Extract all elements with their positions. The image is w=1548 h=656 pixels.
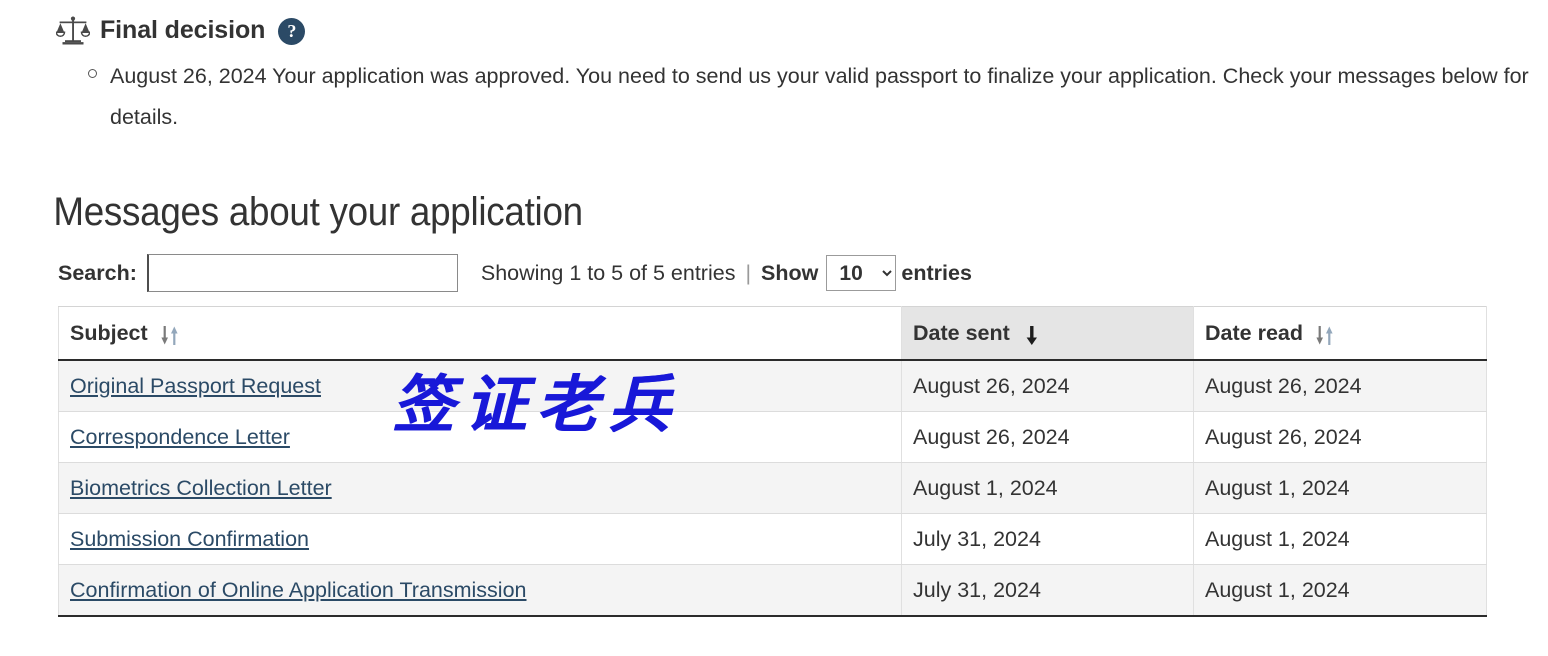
column-header-subject-label: Subject: [70, 320, 148, 345]
help-icon-glyph: ?: [287, 20, 297, 41]
cell-subject: Confirmation of Online Application Trans…: [58, 564, 902, 616]
list-item: August 26, 2024 Your application was app…: [0, 56, 1548, 138]
sort-both-icon: [161, 325, 180, 346]
cell-date-sent: August 26, 2024: [901, 411, 1194, 463]
table-body: Original Passport Request August 26, 202…: [58, 360, 1487, 616]
entries-word: entries: [901, 260, 972, 285]
cell-date-read: August 26, 2024: [1193, 411, 1487, 463]
sort-desc-icon: [1025, 325, 1039, 346]
cell-subject: Submission Confirmation: [58, 513, 902, 565]
table-row: Correspondence Letter August 26, 2024 Au…: [58, 411, 1487, 463]
cell-date-read: August 26, 2024: [1193, 360, 1487, 412]
show-label: Show: [761, 260, 819, 285]
cell-subject: Biometrics Collection Letter: [58, 462, 902, 514]
sort-both-icon: [1316, 325, 1335, 346]
decision-text: August 26, 2024 Your application was app…: [110, 64, 1529, 129]
scales-of-justice-icon: [55, 15, 91, 47]
table-controls: Search: Showing 1 to 5 of 5 entries | Sh…: [0, 238, 1548, 292]
table-header-row: Subject Date sent Date read: [58, 306, 1487, 361]
controls-divider: |: [745, 260, 752, 285]
message-link[interactable]: Original Passport Request: [70, 374, 321, 398]
cell-date-sent: August 26, 2024: [901, 360, 1194, 412]
column-header-subject[interactable]: Subject: [58, 306, 902, 361]
table-row: Original Passport Request August 26, 202…: [58, 360, 1487, 412]
final-decision-section: Final decision ? August 26, 2024 Your ap…: [0, 0, 1548, 138]
cell-subject: Original Passport Request: [58, 360, 902, 412]
messages-table-wrapper: Subject Date sent Date read Original Pas…: [0, 292, 1487, 617]
final-decision-list: August 26, 2024 Your application was app…: [0, 56, 1548, 138]
search-input[interactable]: [146, 254, 458, 292]
cell-date-read: August 1, 2024: [1193, 564, 1487, 616]
message-link[interactable]: Submission Confirmation: [70, 527, 309, 551]
cell-subject: Correspondence Letter: [58, 411, 902, 463]
final-decision-title: Final decision: [100, 15, 266, 44]
message-link[interactable]: Biometrics Collection Letter: [70, 476, 332, 500]
column-header-date-read[interactable]: Date read: [1193, 306, 1487, 361]
table-row: Biometrics Collection Letter August 1, 2…: [58, 462, 1487, 514]
page-length-select[interactable]: 10 25 50 100: [826, 255, 897, 291]
column-header-date-sent[interactable]: Date sent: [901, 306, 1194, 361]
cell-date-read: August 1, 2024: [1193, 462, 1487, 514]
message-link[interactable]: Correspondence Letter: [70, 425, 290, 449]
entries-info: Showing 1 to 5 of 5 entries: [480, 260, 736, 285]
column-header-date-read-label: Date read: [1205, 320, 1303, 345]
cell-date-sent: August 1, 2024: [901, 462, 1194, 514]
message-link[interactable]: Confirmation of Online Application Trans…: [70, 578, 527, 602]
cell-date-sent: July 31, 2024: [901, 564, 1194, 616]
search-label: Search:: [58, 260, 137, 285]
cell-date-read: August 1, 2024: [1193, 513, 1487, 565]
page-title: Messages about your application: [53, 190, 583, 234]
table-row: Submission Confirmation July 31, 2024 Au…: [58, 513, 1487, 565]
help-question-icon[interactable]: ?: [278, 17, 306, 45]
table-row: Confirmation of Online Application Trans…: [58, 564, 1487, 616]
column-header-date-sent-label: Date sent: [913, 320, 1010, 345]
messages-table: Subject Date sent Date read Original Pas…: [58, 306, 1487, 617]
final-decision-heading: Final decision ?: [0, 0, 1548, 46]
table-header: Subject Date sent Date read: [58, 306, 1487, 361]
messages-section: Messages about your application Search: …: [0, 186, 1548, 617]
cell-date-sent: July 31, 2024: [901, 513, 1194, 565]
bullet-circle-icon: [88, 69, 97, 78]
